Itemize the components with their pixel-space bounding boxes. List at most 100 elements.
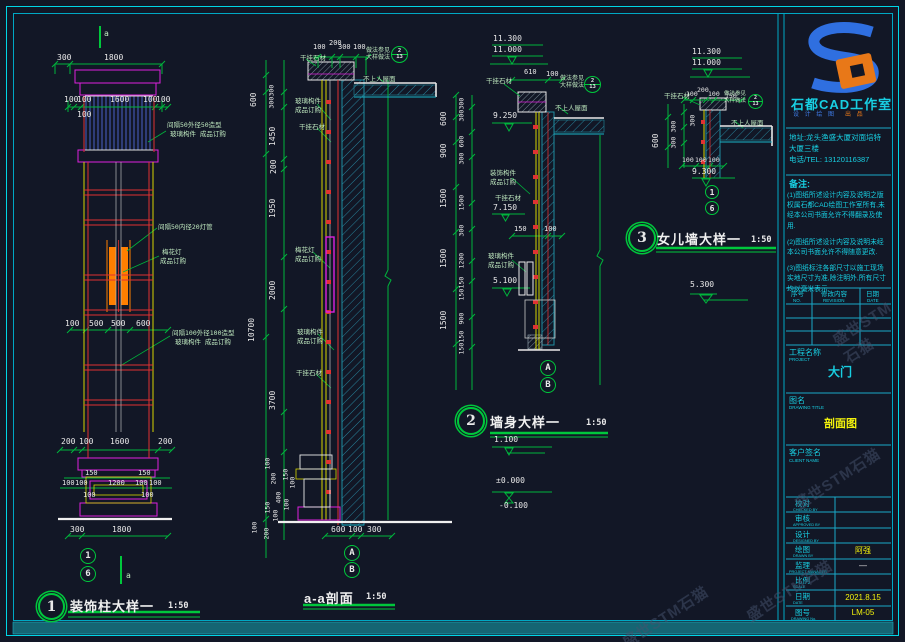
annotation: 不上人屋面 [555, 105, 588, 112]
dim-label: 1500 [440, 189, 448, 208]
dim-label: 600 [250, 93, 258, 107]
dim-label: 100 [284, 499, 291, 511]
dim-label: 300 [671, 137, 678, 149]
dim-label: 600 [652, 134, 660, 148]
dim-label: 300 [459, 225, 466, 237]
dim-label: 150 [265, 502, 272, 514]
titleblock-divider [778, 13, 784, 621]
dim-label: 100 [273, 510, 280, 522]
callout-text: 大样做法 [560, 83, 584, 89]
level-label: 11.000 [493, 46, 522, 54]
annotation: 不上人屋面 [363, 76, 396, 83]
annotation: 间隔50外径50造型 [167, 122, 222, 129]
dim-label: 1500 [459, 195, 466, 211]
drawing-title-value: 剖面图 [824, 419, 857, 431]
dim-label: 100 [77, 111, 91, 119]
annotation: 成品订购 [488, 262, 514, 269]
studio-logo [813, 28, 877, 90]
dim-label: 300 [367, 526, 381, 534]
dim-label: 200 [697, 87, 709, 94]
dim-label: 100 [156, 96, 170, 104]
axis-bubble: 6 [80, 566, 96, 582]
detail-callout-bubble: 213 [584, 76, 601, 93]
dim-label: 1200 [108, 480, 125, 487]
detail-callout-bubble: 213 [391, 46, 408, 63]
dim-label: 100 [62, 480, 75, 487]
row-label: 图号 [795, 609, 810, 617]
callout-sheet: 13 [585, 84, 600, 91]
project-value: 大门 [828, 366, 852, 379]
dim-label: 600 [440, 112, 448, 126]
dim-label: 150 [459, 343, 466, 355]
note-item: (2)图纸所述设计内容及说明未经本公司书面允许不得随意更改. [787, 238, 889, 258]
annotation: 玻璃构件 成品订购 [170, 131, 226, 138]
dim-label: 1200 [459, 253, 466, 269]
annotation: 干挂石材 [299, 124, 325, 131]
detail-scale: 1:50 [751, 235, 771, 245]
annotation: 梅花灯 [162, 249, 182, 256]
row-label: 校对 [795, 500, 810, 508]
detail-scale: 1:50 [586, 418, 606, 428]
dim-label: 500 [111, 320, 125, 328]
annotation: 成品订购 [490, 179, 516, 186]
studio-phone: 电话/TEL: 13120116387 [789, 156, 869, 164]
dim-label: 300 [70, 526, 84, 534]
row-label-en: SCALE [793, 585, 805, 589]
studio-address: 大厦三楼 [789, 145, 819, 153]
level-label: 9.300 [692, 168, 716, 176]
annotation: 干挂石材 [300, 55, 326, 62]
detail-callout-bubble: 213 [748, 94, 763, 109]
annotation: 成品订购 [295, 256, 321, 263]
cad-sheet: a 300 1800 100 100 1600 100 100 100 间隔50… [0, 0, 905, 642]
dim-label: 150 [459, 289, 466, 301]
dim-label: 100 [75, 480, 88, 487]
dim-label: 100 [65, 320, 79, 328]
dim-label: 100 [149, 480, 162, 487]
rev-col-header-en: NO. [793, 299, 801, 304]
dim-label: 100 [83, 492, 96, 499]
d3-wall-detail [453, 45, 608, 503]
dim-label: 100 [79, 438, 93, 446]
callout-text: 做法参见 [724, 92, 746, 98]
dim-label: 100 [686, 91, 698, 98]
dim-label: 1600 [110, 96, 129, 104]
dim-label: 1800 [104, 54, 123, 62]
row-label: 审核 [795, 515, 810, 523]
detail-number-bubble: 3 [628, 224, 656, 252]
dim-label: 200 [61, 438, 75, 446]
client-label: 客户签名 [789, 449, 821, 457]
row-label-en: DRAWING No. [791, 617, 816, 621]
row-label-en: DRAWN BY [793, 554, 813, 558]
annotation: 玻璃构件 [488, 253, 514, 260]
callout-sheet: 13 [749, 101, 762, 107]
dim-label: 100 [708, 157, 720, 164]
dim-label: 100 [708, 91, 720, 98]
detail-scale: 1:50 [366, 592, 386, 602]
dim-label: 100 [546, 71, 559, 78]
dim-label: 200 [270, 160, 278, 174]
dim-label: 2000 [269, 281, 277, 300]
dim-label: 300 [338, 44, 351, 51]
section-marker-a: a [104, 30, 109, 38]
level-label: 11.300 [692, 48, 721, 56]
dim-label: 100 [265, 458, 272, 470]
dim-label: 1500 [440, 311, 448, 330]
annotation: 干挂石材 [495, 195, 521, 202]
dim-label: 200 [158, 438, 172, 446]
studio-address: 地址:龙头渔盛大厦对面培特 [789, 134, 881, 142]
dim-label: 600 [459, 136, 466, 148]
detail-title: 女儿墙大样一 [657, 229, 741, 248]
studio-subtitle: 出 品 [845, 112, 865, 118]
dim-label: 100 [695, 157, 707, 164]
annotation: 成品订购 [297, 338, 323, 345]
level-label: 11.300 [493, 35, 522, 43]
dim-label: 600 [331, 526, 345, 534]
level-label: 7.150 [493, 204, 517, 212]
dim-label: 900 [440, 144, 448, 158]
dim-label: 100 [544, 226, 557, 233]
dim-label: 600 [136, 320, 150, 328]
dim-label: 300 [459, 110, 466, 122]
detail-number-bubble: 2 [457, 407, 485, 435]
dim-label: 1800 [112, 526, 131, 534]
row-label: 监理 [795, 562, 810, 570]
